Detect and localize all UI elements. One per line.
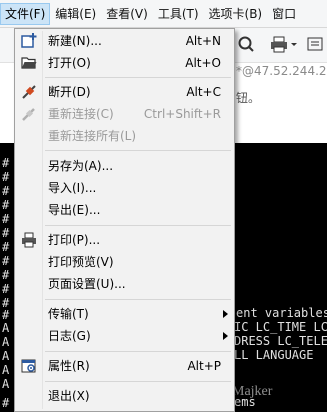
menu-item-label: 断开(D)	[48, 85, 91, 99]
menu-item-transfer[interactable]: 传输(T)	[15, 303, 234, 325]
menu-item-label: 打开(O)	[48, 56, 91, 70]
properties-icon	[21, 359, 36, 373]
menu-item-shortcut: Alt+P	[187, 359, 221, 373]
terminal-line: #	[2, 156, 10, 170]
menu-item-page-setup[interactable]: 页面设置(U)...	[15, 273, 234, 295]
menu-item-reconnect[interactable]: 重新连接(C) Ctrl+Shift+R	[15, 103, 234, 125]
menu-separator	[45, 299, 231, 300]
terminal-line: A	[2, 377, 10, 391]
menu-item-open[interactable]: 打开(O) Alt+O	[15, 52, 234, 74]
menu-item-new[interactable]: 新建(N)... Alt+N	[15, 30, 234, 52]
menu-item-label: 另存为(A)...	[48, 159, 114, 173]
disconnect-icon	[22, 85, 36, 99]
terminal-line: #	[2, 198, 10, 212]
menu-separator	[45, 381, 231, 382]
print-icon[interactable]	[270, 35, 288, 53]
terminal-line: #	[2, 226, 10, 240]
menu-item-shortcut: Alt+O	[185, 56, 221, 70]
terminal-line: #	[2, 268, 10, 282]
menu-item-label: 传输(T)	[48, 307, 89, 321]
terminal-line: #	[2, 184, 10, 198]
menu-separator	[45, 150, 231, 151]
menu-separator	[45, 225, 231, 226]
terminal-line: A	[2, 321, 10, 335]
terminal-line: #	[2, 254, 10, 268]
submenu-arrow-icon	[223, 332, 228, 340]
menu-tabs[interactable]: 选项卡(B)	[204, 3, 268, 25]
menu-item-reconnect-all[interactable]: 重新连接所有(L)	[15, 125, 234, 147]
menu-item-label: 导出(E)...	[48, 203, 101, 217]
find-icon[interactable]	[237, 35, 255, 53]
menu-item-label: 打印预览(V)	[48, 255, 114, 269]
menu-item-label: 重新连接(C)	[48, 107, 114, 121]
menu-item-label: 导入(I)...	[48, 181, 97, 195]
settings-icon[interactable]	[306, 35, 324, 53]
terminal-line: #	[2, 396, 10, 410]
menu-item-exit[interactable]: 退出(X)	[15, 385, 234, 407]
terminal-line: A	[2, 363, 10, 377]
terminal-line: A	[2, 335, 10, 349]
menu-item-label: 退出(X)	[48, 389, 90, 403]
terminal-line: #	[2, 170, 10, 184]
reconnect-icon	[22, 108, 35, 121]
menu-item-shortcut: Ctrl+Shift+R	[143, 107, 221, 121]
menu-separator	[45, 351, 231, 352]
chevron-down-icon[interactable]	[290, 35, 298, 53]
terminal-line: ent variables	[236, 306, 327, 320]
menu-tools[interactable]: 工具(T)	[153, 3, 204, 25]
new-session-icon	[21, 33, 37, 48]
file-menu: 新建(N)... Alt+N 打开(O) Alt+O 断开(D) Alt+C 重…	[14, 28, 235, 412]
menu-item-export[interactable]: 导出(E)...	[15, 199, 234, 221]
menu-item-print-preview[interactable]: 打印预览(V)	[15, 251, 234, 273]
menu-item-import[interactable]: 导入(I)...	[15, 177, 234, 199]
terminal-line: DRESS LC_TELEP	[234, 334, 327, 348]
menu-item-label: 页面设置(U)...	[48, 277, 126, 291]
menu-item-save-as[interactable]: 另存为(A)...	[15, 155, 234, 177]
menu-item-shortcut: Alt+N	[185, 34, 221, 48]
terminal-line: #	[2, 212, 10, 226]
submenu-arrow-icon	[223, 310, 228, 318]
session-address: *@47.52.244.252	[236, 64, 327, 78]
terminal-line: #	[2, 282, 10, 296]
menu-item-print[interactable]: 打印(P)...	[15, 229, 234, 251]
menubar: 文件(F) 编辑(E) 查看(V) 工具(T) 选项卡(B) 窗口	[0, 0, 327, 28]
menu-item-label: 重新连接所有(L)	[48, 129, 137, 143]
menu-item-label: 新建(N)...	[48, 34, 102, 48]
menu-separator	[45, 77, 231, 78]
menu-window[interactable]: 窗口	[267, 3, 301, 25]
terminal-line: #	[2, 240, 10, 254]
open-folder-icon	[21, 57, 37, 69]
terminal-line: A	[2, 349, 10, 363]
menu-item-properties[interactable]: 属性(R) Alt+P	[15, 355, 234, 377]
terminal-line: IC LC_TIME LC_	[234, 320, 327, 334]
hint-text: 钮。	[236, 91, 261, 105]
menu-item-shortcut: Alt+C	[186, 85, 221, 99]
menu-item-label: 属性(R)	[48, 359, 90, 373]
terminal-line: LL LANGUAGE	[234, 348, 314, 362]
menu-edit[interactable]: 编辑(E)	[50, 3, 101, 25]
menu-item-log[interactable]: 日志(G)	[15, 325, 234, 347]
menu-item-disconnect[interactable]: 断开(D) Alt+C	[15, 81, 234, 103]
menu-file[interactable]: 文件(F)	[0, 2, 51, 25]
printer-icon	[22, 232, 36, 248]
menu-view[interactable]: 查看(V)	[101, 3, 153, 25]
terminal-line: #	[2, 308, 10, 322]
menu-item-label: 打印(P)...	[48, 233, 101, 247]
menu-item-label: 日志(G)	[48, 329, 91, 343]
